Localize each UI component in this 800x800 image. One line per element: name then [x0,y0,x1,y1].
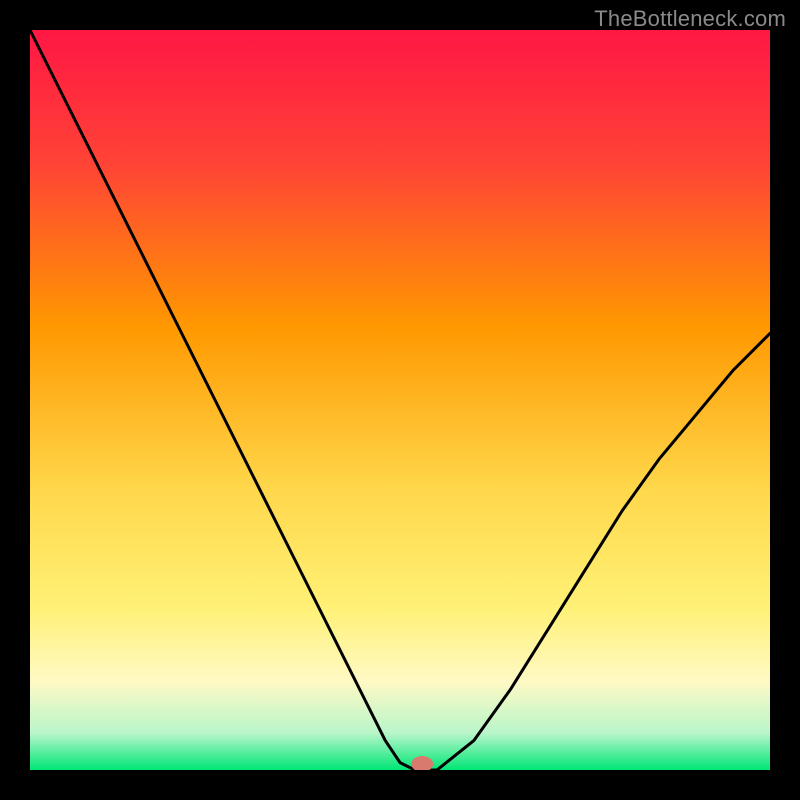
chart-container: TheBottleneck.com [0,0,800,800]
watermark-text: TheBottleneck.com [594,6,786,32]
gradient-background [30,30,770,770]
bottleneck-chart [30,30,770,770]
